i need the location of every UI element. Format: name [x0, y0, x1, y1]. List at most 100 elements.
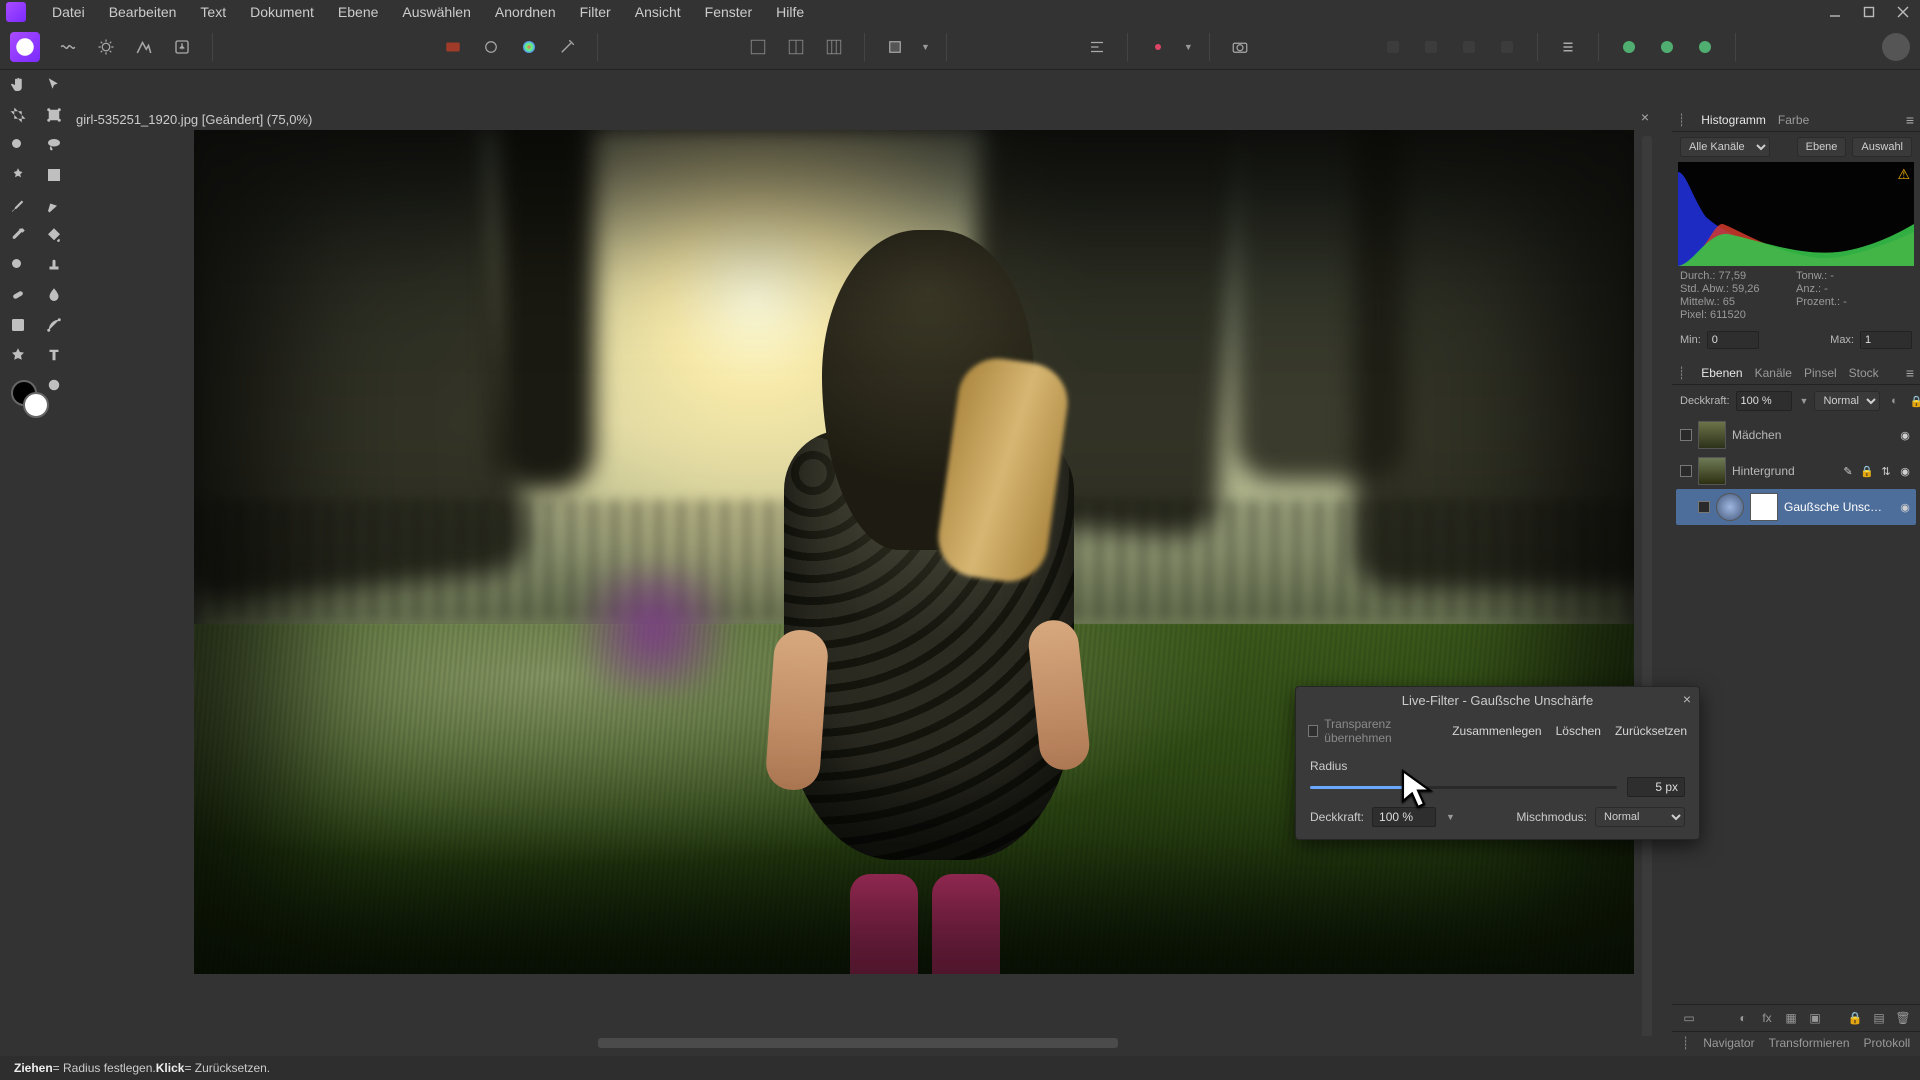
tab-transform[interactable]: Transformieren: [1769, 1036, 1850, 1050]
transform-tool[interactable]: [36, 100, 72, 130]
zoom-tool[interactable]: [0, 250, 36, 280]
grid2-icon[interactable]: [782, 33, 810, 61]
layer-item-background[interactable]: Hintergrund ✎ 🔒 ⇅ ◉: [1676, 453, 1916, 489]
layer-edit-icon[interactable]: ✎: [1841, 464, 1855, 478]
chevron-down-icon[interactable]: ▼: [1800, 396, 1809, 406]
stamp-tool[interactable]: [36, 250, 72, 280]
wand-icon[interactable]: [553, 33, 581, 61]
mask-icon[interactable]: ▭: [1680, 1009, 1698, 1027]
brush-tool[interactable]: [0, 190, 36, 220]
add-layer-icon[interactable]: ▤: [1870, 1009, 1888, 1027]
artboard-select-icon[interactable]: [881, 33, 909, 61]
radius-slider[interactable]: [1310, 779, 1617, 795]
blend-mode-select[interactable]: Normal: [1814, 391, 1880, 411]
menu-help[interactable]: Hilfe: [764, 1, 816, 23]
tab-histogram[interactable]: Histogramm: [1701, 110, 1766, 130]
dialog-blend-select[interactable]: Normal: [1595, 807, 1685, 827]
selection-brush-tool[interactable]: [0, 130, 36, 160]
layer-visible-icon[interactable]: ◉: [1898, 464, 1912, 478]
menu-filter[interactable]: Filter: [568, 1, 623, 23]
persona-develop-icon[interactable]: [92, 33, 120, 61]
swatch-warm-icon[interactable]: [439, 33, 467, 61]
layer-visibility-checkbox[interactable]: [1680, 429, 1692, 441]
fill-tool[interactable]: [36, 220, 72, 250]
preserve-alpha-checkbox[interactable]: [1308, 725, 1318, 737]
layer-item-girl[interactable]: Mädchen ◉: [1676, 417, 1916, 453]
menu-select[interactable]: Auswählen: [390, 1, 483, 23]
window-maximize-button[interactable]: [1852, 0, 1886, 24]
grid1-icon[interactable]: [744, 33, 772, 61]
pen-tool[interactable]: [36, 190, 72, 220]
vertical-scrollbar[interactable]: [1640, 130, 1654, 1050]
merge-button[interactable]: Zusammenlegen: [1452, 724, 1541, 738]
window-close-button[interactable]: [1886, 0, 1920, 24]
seg-btn-2[interactable]: [1417, 33, 1445, 61]
menu-layer[interactable]: Ebene: [326, 1, 390, 23]
color-swatches[interactable]: [11, 380, 51, 420]
selection-scope-button[interactable]: Auswahl: [1852, 137, 1912, 157]
persona-tone-icon[interactable]: [130, 33, 158, 61]
drag-handle-icon[interactable]: ┊: [1682, 1036, 1689, 1050]
layer-item-gaussian-blur[interactable]: Gaußsche Unsc… ◉: [1676, 489, 1916, 525]
drag-handle-icon[interactable]: ┊: [1678, 366, 1685, 380]
min-input[interactable]: [1707, 331, 1759, 349]
cloud-sync-icon[interactable]: [1615, 33, 1643, 61]
cloud-down-icon[interactable]: [1691, 33, 1719, 61]
tab-stock[interactable]: Stock: [1849, 363, 1879, 383]
fx-icon[interactable]: fx: [1758, 1009, 1776, 1027]
persona-liquify-icon[interactable]: [54, 33, 82, 61]
radius-input[interactable]: [1627, 777, 1685, 797]
blur-tool[interactable]: [36, 280, 72, 310]
tab-channels[interactable]: Kanäle: [1755, 363, 1792, 383]
eyedropper-tool[interactable]: [0, 220, 36, 250]
opacity-input[interactable]: [1736, 391, 1792, 411]
marquee-tool[interactable]: [36, 160, 72, 190]
group-icon[interactable]: ▣: [1806, 1009, 1824, 1027]
adjust-icon[interactable]: ◐: [1734, 1009, 1752, 1027]
move-tool[interactable]: [36, 70, 72, 100]
panel-menu-icon[interactable]: ≡: [1906, 112, 1914, 128]
dialog-opacity-input[interactable]: [1372, 807, 1436, 827]
tab-layers[interactable]: Ebenen: [1701, 363, 1742, 383]
layer-visibility-checkbox[interactable]: [1680, 465, 1692, 477]
crop-layer-icon[interactable]: ▦: [1782, 1009, 1800, 1027]
canvas[interactable]: [78, 130, 1654, 1050]
layer-visibility-checkbox[interactable]: [1698, 501, 1710, 513]
anchor-icon[interactable]: [1144, 33, 1172, 61]
crop-tool[interactable]: [0, 100, 36, 130]
align-icon[interactable]: [1083, 33, 1111, 61]
menu-file[interactable]: Datei: [40, 1, 97, 23]
primary-color-swatch[interactable]: [23, 392, 49, 418]
horizontal-scrollbar[interactable]: [78, 1036, 1654, 1050]
hand-tool[interactable]: [0, 70, 36, 100]
seg-btn-1[interactable]: [1379, 33, 1407, 61]
menu-text[interactable]: Text: [188, 1, 238, 23]
menu-edit[interactable]: Bearbeiten: [97, 1, 189, 23]
shape-tool[interactable]: [0, 310, 36, 340]
chevron-down-icon[interactable]: ▼: [1446, 812, 1455, 822]
cloud-up-icon[interactable]: [1653, 33, 1681, 61]
heal-tool[interactable]: [0, 280, 36, 310]
chevron-down-icon[interactable]: ▼: [1184, 42, 1193, 52]
tab-navigator[interactable]: Navigator: [1703, 1036, 1754, 1050]
drag-handle-icon[interactable]: ┊: [1678, 113, 1685, 127]
layer-fx-icon[interactable]: ◐: [1886, 393, 1902, 409]
persona-export-icon[interactable]: [168, 33, 196, 61]
layer-visible-icon[interactable]: ◉: [1898, 500, 1912, 514]
menu-window[interactable]: Fenster: [693, 1, 764, 23]
layer-lock-icon[interactable]: 🔒: [1860, 464, 1874, 478]
list-icon[interactable]: [1554, 33, 1582, 61]
dialog-close-icon[interactable]: ×: [1683, 691, 1691, 707]
menu-arrange[interactable]: Anordnen: [483, 1, 568, 23]
camera-icon[interactable]: [1226, 33, 1254, 61]
vector-tool[interactable]: [36, 310, 72, 340]
circle-icon[interactable]: [477, 33, 505, 61]
star-tool[interactable]: [0, 340, 36, 370]
menu-view[interactable]: Ansicht: [623, 1, 693, 23]
lock-icon[interactable]: 🔒: [1846, 1009, 1864, 1027]
tab-history[interactable]: Protokoll: [1864, 1036, 1911, 1050]
dialog-titlebar[interactable]: Live-Filter - Gaußsche Unschärfe ×: [1296, 687, 1699, 713]
flood-select-tool[interactable]: [0, 160, 36, 190]
max-input[interactable]: [1860, 331, 1912, 349]
seg-btn-3[interactable]: [1455, 33, 1483, 61]
